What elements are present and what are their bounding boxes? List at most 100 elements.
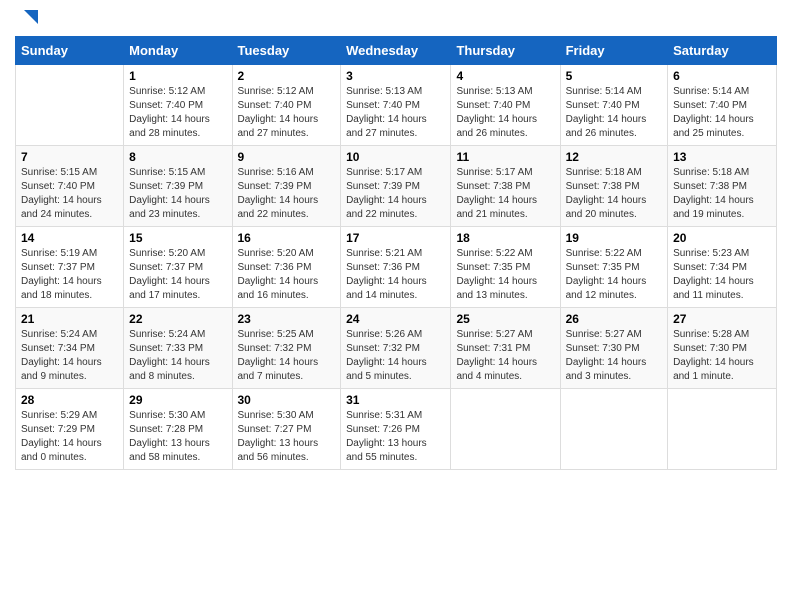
day-info: Sunrise: 5:25 AMSunset: 7:32 PMDaylight:…	[238, 328, 336, 384]
day-info: Sunrise: 5:27 AMSunset: 7:30 PMDaylight:…	[566, 328, 662, 384]
day-info: Sunrise: 5:14 AMSunset: 7:40 PMDaylight:…	[673, 85, 771, 141]
day-number: 27	[673, 312, 771, 326]
day-number: 15	[129, 231, 226, 245]
day-info: Sunrise: 5:27 AMSunset: 7:31 PMDaylight:…	[456, 328, 554, 384]
day-info: Sunrise: 5:30 AMSunset: 7:28 PMDaylight:…	[129, 409, 226, 465]
calendar-cell: 5Sunrise: 5:14 AMSunset: 7:40 PMDaylight…	[560, 65, 667, 146]
day-number: 17	[346, 231, 445, 245]
day-number: 30	[238, 393, 336, 407]
day-info: Sunrise: 5:13 AMSunset: 7:40 PMDaylight:…	[456, 85, 554, 141]
day-number: 22	[129, 312, 226, 326]
day-info: Sunrise: 5:12 AMSunset: 7:40 PMDaylight:…	[238, 85, 336, 141]
day-info: Sunrise: 5:21 AMSunset: 7:36 PMDaylight:…	[346, 247, 445, 303]
day-number: 21	[21, 312, 118, 326]
calendar-cell: 21 Sunrise: 5:24 AMSunset: 7:34 PMDayligh…	[16, 308, 124, 389]
calendar-cell: 10 Sunrise: 5:17 AMSunset: 7:39 PMDayligh…	[341, 146, 451, 227]
column-header-monday: Monday	[124, 37, 232, 65]
day-number: 1	[129, 69, 226, 83]
page-header	[15, 10, 777, 28]
day-number: 10	[346, 150, 445, 164]
calendar-cell: 28 Sunrise: 5:29 AMSunset: 7:29 PMDayligh…	[16, 389, 124, 470]
calendar-cell: 29 Sunrise: 5:30 AMSunset: 7:28 PMDayligh…	[124, 389, 232, 470]
calendar-cell: 26 Sunrise: 5:27 AMSunset: 7:30 PMDayligh…	[560, 308, 667, 389]
day-number: 9	[238, 150, 336, 164]
logo-triangle-icon	[16, 6, 38, 28]
calendar-cell: 24 Sunrise: 5:26 AMSunset: 7:32 PMDayligh…	[341, 308, 451, 389]
day-info: Sunrise: 5:18 AMSunset: 7:38 PMDaylight:…	[566, 166, 662, 222]
day-info: Sunrise: 5:15 AMSunset: 7:39 PMDaylight:…	[129, 166, 226, 222]
calendar-cell: 13 Sunrise: 5:18 AMSunset: 7:38 PMDayligh…	[668, 146, 777, 227]
day-number: 31	[346, 393, 445, 407]
day-number: 25	[456, 312, 554, 326]
day-number: 3	[346, 69, 445, 83]
day-number: 12	[566, 150, 662, 164]
day-info: Sunrise: 5:16 AMSunset: 7:39 PMDaylight:…	[238, 166, 336, 222]
calendar-cell: 17 Sunrise: 5:21 AMSunset: 7:36 PMDayligh…	[341, 227, 451, 308]
calendar-cell: 25 Sunrise: 5:27 AMSunset: 7:31 PMDayligh…	[451, 308, 560, 389]
day-info: Sunrise: 5:19 AMSunset: 7:37 PMDaylight:…	[21, 247, 118, 303]
calendar-cell: 3 Sunrise: 5:13 AMSunset: 7:40 PMDaylight…	[341, 65, 451, 146]
day-info: Sunrise: 5:12 AMSunset: 7:40 PMDaylight:…	[129, 85, 226, 141]
day-info: Sunrise: 5:22 AMSunset: 7:35 PMDaylight:…	[456, 247, 554, 303]
calendar-cell: 22 Sunrise: 5:24 AMSunset: 7:33 PMDayligh…	[124, 308, 232, 389]
day-info: Sunrise: 5:17 AMSunset: 7:39 PMDaylight:…	[346, 166, 445, 222]
day-info: Sunrise: 5:13 AMSunset: 7:40 PMDaylight:…	[346, 85, 445, 141]
day-info: Sunrise: 5:26 AMSunset: 7:32 PMDaylight:…	[346, 328, 445, 384]
day-info: Sunrise: 5:20 AMSunset: 7:36 PMDaylight:…	[238, 247, 336, 303]
day-number: 28	[21, 393, 118, 407]
day-number: 13	[673, 150, 771, 164]
day-info: Sunrise: 5:22 AMSunset: 7:35 PMDaylight:…	[566, 247, 662, 303]
calendar-cell: 4 Sunrise: 5:13 AMSunset: 7:40 PMDaylight…	[451, 65, 560, 146]
column-header-wednesday: Wednesday	[341, 37, 451, 65]
day-number: 26	[566, 312, 662, 326]
day-info: Sunrise: 5:24 AMSunset: 7:34 PMDaylight:…	[21, 328, 118, 384]
calendar-cell: 20 Sunrise: 5:23 AMSunset: 7:34 PMDayligh…	[668, 227, 777, 308]
column-header-friday: Friday	[560, 37, 667, 65]
day-info: Sunrise: 5:24 AMSunset: 7:33 PMDaylight:…	[129, 328, 226, 384]
day-number: 6	[673, 69, 771, 83]
calendar-cell: 9 Sunrise: 5:16 AMSunset: 7:39 PMDaylight…	[232, 146, 341, 227]
calendar-cell: 23 Sunrise: 5:25 AMSunset: 7:32 PMDayligh…	[232, 308, 341, 389]
column-header-thursday: Thursday	[451, 37, 560, 65]
day-number: 5	[566, 69, 662, 83]
calendar-cell: 19 Sunrise: 5:22 AMSunset: 7:35 PMDayligh…	[560, 227, 667, 308]
calendar-cell: 15 Sunrise: 5:20 AMSunset: 7:37 PMDayligh…	[124, 227, 232, 308]
day-number: 14	[21, 231, 118, 245]
calendar-cell: 2 Sunrise: 5:12 AMSunset: 7:40 PMDaylight…	[232, 65, 341, 146]
calendar-cell: 14 Sunrise: 5:19 AMSunset: 7:37 PMDayligh…	[16, 227, 124, 308]
calendar-cell: 6 Sunrise: 5:14 AMSunset: 7:40 PMDaylight…	[668, 65, 777, 146]
calendar-cell: 1 Sunrise: 5:12 AMSunset: 7:40 PMDaylight…	[124, 65, 232, 146]
day-number: 16	[238, 231, 336, 245]
day-info: Sunrise: 5:18 AMSunset: 7:38 PMDaylight:…	[673, 166, 771, 222]
day-number: 24	[346, 312, 445, 326]
day-info: Sunrise: 5:23 AMSunset: 7:34 PMDaylight:…	[673, 247, 771, 303]
calendar-cell: 7Sunrise: 5:15 AMSunset: 7:40 PMDaylight…	[16, 146, 124, 227]
day-info: Sunrise: 5:15 AMSunset: 7:40 PMDaylight:…	[21, 166, 118, 222]
day-number: 20	[673, 231, 771, 245]
day-number: 19	[566, 231, 662, 245]
day-number: 23	[238, 312, 336, 326]
calendar-cell	[451, 389, 560, 470]
calendar-cell: 11Sunrise: 5:17 AMSunset: 7:38 PMDayligh…	[451, 146, 560, 227]
column-header-tuesday: Tuesday	[232, 37, 341, 65]
day-info: Sunrise: 5:28 AMSunset: 7:30 PMDaylight:…	[673, 328, 771, 384]
day-info: Sunrise: 5:20 AMSunset: 7:37 PMDaylight:…	[129, 247, 226, 303]
column-header-sunday: Sunday	[16, 37, 124, 65]
calendar-cell: 8Sunrise: 5:15 AMSunset: 7:39 PMDaylight…	[124, 146, 232, 227]
day-number: 4	[456, 69, 554, 83]
day-info: Sunrise: 5:29 AMSunset: 7:29 PMDaylight:…	[21, 409, 118, 465]
calendar-cell: 12 Sunrise: 5:18 AMSunset: 7:38 PMDayligh…	[560, 146, 667, 227]
day-info: Sunrise: 5:31 AMSunset: 7:26 PMDaylight:…	[346, 409, 445, 465]
calendar-cell: 31 Sunrise: 5:31 AMSunset: 7:26 PMDayligh…	[341, 389, 451, 470]
logo	[15, 10, 38, 28]
calendar-cell: 27 Sunrise: 5:28 AMSunset: 7:30 PMDayligh…	[668, 308, 777, 389]
day-number: 2	[238, 69, 336, 83]
day-number: 29	[129, 393, 226, 407]
calendar-cell: 16 Sunrise: 5:20 AMSunset: 7:36 PMDayligh…	[232, 227, 341, 308]
day-number: 18	[456, 231, 554, 245]
day-info: Sunrise: 5:30 AMSunset: 7:27 PMDaylight:…	[238, 409, 336, 465]
day-info: Sunrise: 5:17 AMSunset: 7:38 PMDaylight:…	[456, 166, 554, 222]
calendar-cell: 18 Sunrise: 5:22 AMSunset: 7:35 PMDayligh…	[451, 227, 560, 308]
calendar-cell	[560, 389, 667, 470]
calendar-cell: 30 Sunrise: 5:30 AMSunset: 7:27 PMDayligh…	[232, 389, 341, 470]
